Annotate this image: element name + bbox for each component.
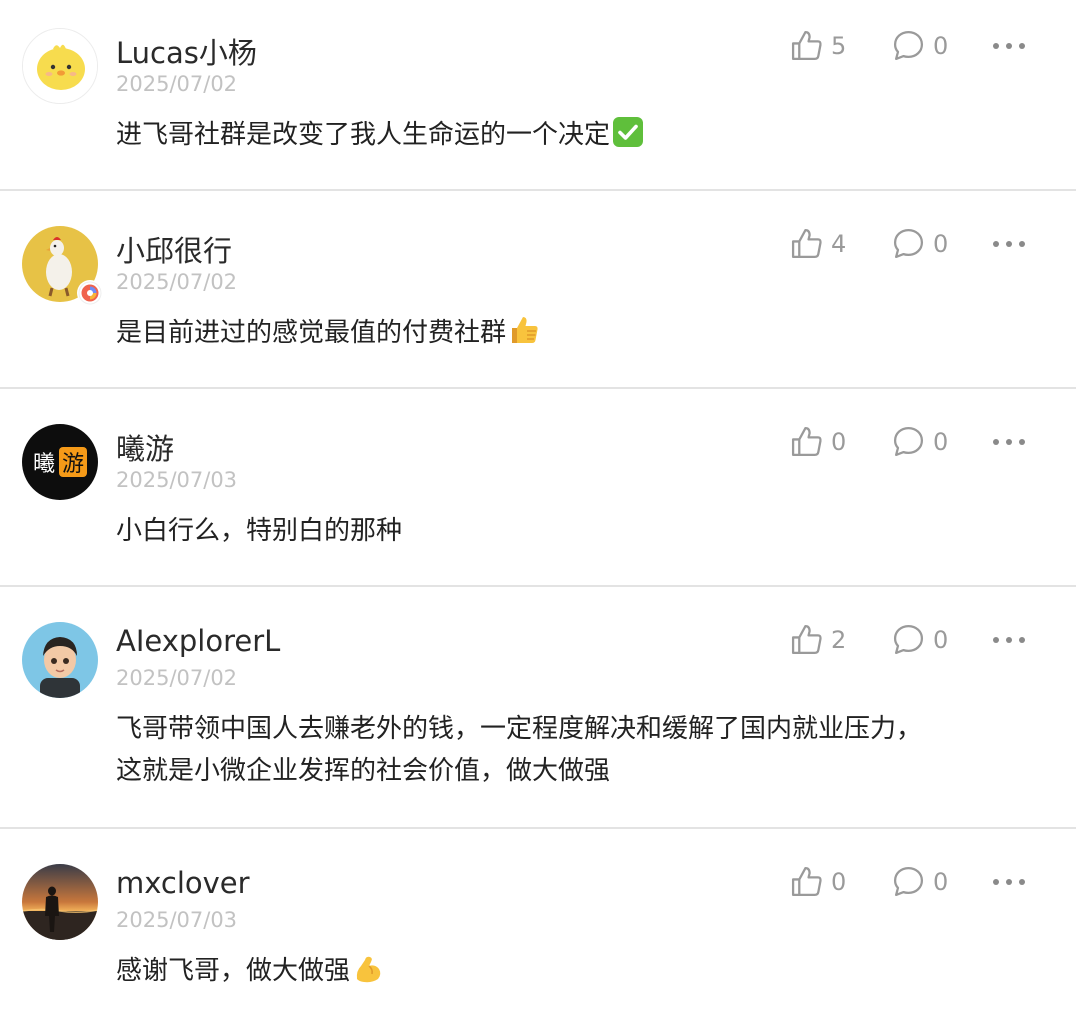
flexed-biceps-emoji-icon	[356, 956, 381, 983]
more-options-button[interactable]	[990, 31, 1028, 61]
thumbs-up-icon	[791, 426, 822, 457]
like-count: 5	[831, 31, 847, 60]
comment-item: mxclover 2025/07/03 感谢飞哥，做大做强💪 0 0	[0, 828, 1080, 1012]
comment-item: 曦 游 曦游 2025/07/03 小白行么，特别白的那种 0 0	[0, 388, 1080, 586]
username[interactable]: 小邱很行	[116, 228, 232, 270]
avatar[interactable]	[22, 864, 98, 940]
like-count: 0	[831, 427, 847, 456]
more-options-button[interactable]	[990, 867, 1028, 897]
more-dots-icon	[993, 241, 1025, 247]
comment-bubble-icon	[893, 624, 924, 655]
comment-bubble-icon	[893, 228, 924, 259]
comment-bubble-icon	[893, 426, 924, 457]
like-count: 4	[831, 229, 847, 258]
reply-button[interactable]: 0	[892, 623, 948, 656]
more-dots-icon	[993, 879, 1025, 885]
text-logo-avatar-image: 曦 游	[22, 424, 98, 500]
comment-date: 2025/07/02	[116, 270, 238, 294]
verified-badge	[77, 280, 103, 306]
comment-text: 感谢飞哥，做大做强💪	[116, 950, 384, 992]
reply-count: 0	[933, 427, 949, 456]
comment-date: 2025/07/02	[116, 72, 238, 96]
like-count: 0	[831, 867, 847, 896]
username[interactable]: Lucas小杨	[116, 30, 257, 72]
reply-count: 0	[933, 867, 949, 896]
like-button[interactable]: 0	[790, 425, 846, 458]
avatar[interactable]	[22, 28, 98, 104]
sunset-silhouette-avatar-image	[22, 864, 98, 940]
thumbs-up-emoji-icon	[512, 317, 538, 343]
more-dots-icon	[993, 43, 1025, 49]
like-count: 2	[831, 625, 847, 654]
like-button[interactable]: 4	[790, 227, 846, 260]
thumbs-up-icon	[791, 30, 822, 61]
thumbs-up-icon	[791, 866, 822, 897]
comment-text-line: 这就是小微企业发挥的社会价值，做大做强	[116, 756, 611, 786]
more-options-button[interactable]	[990, 229, 1028, 259]
more-dots-icon	[993, 637, 1025, 643]
reply-button[interactable]: 0	[892, 227, 948, 260]
reply-count: 0	[933, 31, 949, 60]
comment-list: Lucas小杨 2025/07/02 进飞哥社群是改变了我人生命运的一个决定✅ …	[0, 0, 1080, 1012]
avatar-text-2: 游	[62, 452, 84, 477]
reply-button[interactable]: 0	[892, 865, 948, 898]
cartoon-boy-avatar-image	[22, 622, 98, 698]
comment-text: 进飞哥社群是改变了我人生命运的一个决定✅	[116, 114, 644, 156]
avatar[interactable]: 曦 游	[22, 424, 98, 500]
comment-text-line: 飞哥带领中国人去赚老外的钱，一定程度解决和缓解了国内就业压力，	[116, 714, 923, 744]
thumbs-up-icon	[791, 624, 822, 655]
reply-button[interactable]: 0	[892, 425, 948, 458]
comment-text-body: 感谢飞哥，做大做强	[116, 956, 351, 986]
like-button[interactable]: 5	[790, 29, 846, 62]
thumbs-up-icon	[791, 228, 822, 259]
reply-button[interactable]: 0	[892, 29, 948, 62]
chick-avatar-image	[23, 29, 97, 103]
comment-text-body: 进飞哥社群是改变了我人生命运的一个决定	[116, 120, 611, 150]
username[interactable]: mxclover	[116, 866, 250, 900]
comment-bubble-icon	[893, 30, 924, 61]
reply-count: 0	[933, 229, 949, 258]
username[interactable]: AIexplorerL	[116, 624, 280, 658]
avatar[interactable]	[22, 622, 98, 698]
more-options-button[interactable]	[990, 625, 1028, 655]
comment-item: Lucas小杨 2025/07/02 进飞哥社群是改变了我人生命运的一个决定✅ …	[0, 0, 1080, 190]
comment-text-body: 小白行么，特别白的那种	[116, 516, 403, 546]
comment-bubble-icon	[893, 866, 924, 897]
comment-date: 2025/07/02	[116, 666, 238, 690]
reply-count: 0	[933, 625, 949, 654]
badge-icon	[78, 281, 102, 305]
comment-text: 是目前进过的感觉最值的付费社群👍	[116, 312, 540, 354]
more-options-button[interactable]	[990, 427, 1028, 457]
comment-text: 飞哥带领中国人去赚老外的钱，一定程度解决和缓解了国内就业压力， 这就是小微企业发…	[116, 708, 922, 792]
comment-item: AIexplorerL 2025/07/02 飞哥带领中国人去赚老外的钱，一定程…	[0, 586, 1080, 828]
comment-date: 2025/07/03	[116, 908, 238, 932]
avatar-text-1: 曦	[33, 452, 55, 477]
username[interactable]: 曦游	[116, 426, 174, 468]
more-dots-icon	[993, 439, 1025, 445]
like-button[interactable]: 2	[790, 623, 846, 656]
comment-text: 小白行么，特别白的那种	[116, 510, 402, 552]
comment-item: 小邱很行 2025/07/02 是目前进过的感觉最值的付费社群👍 4 0	[0, 190, 1080, 388]
comment-date: 2025/07/03	[116, 468, 238, 492]
checkmark-emoji-icon	[613, 117, 644, 147]
like-button[interactable]: 0	[790, 865, 846, 898]
comment-text-body: 是目前进过的感觉最值的付费社群	[116, 318, 507, 348]
